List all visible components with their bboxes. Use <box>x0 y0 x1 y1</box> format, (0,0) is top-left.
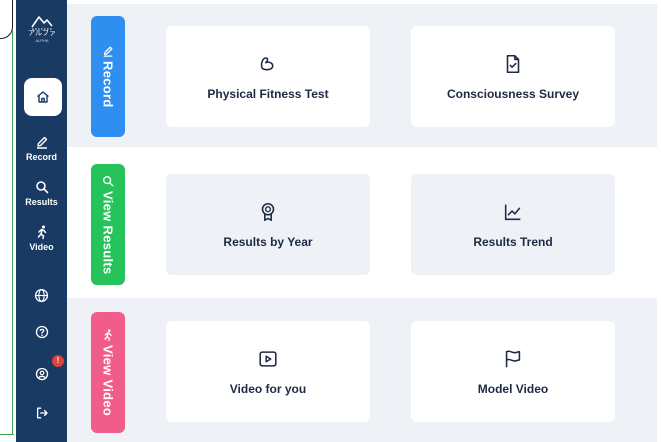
card-consciousness-survey[interactable]: Consciousness Survey <box>411 26 615 127</box>
card-label: Model Video <box>477 381 549 396</box>
card-label: Physical Fitness Test <box>207 86 329 101</box>
content-edge <box>657 0 661 442</box>
tab-record[interactable]: Record <box>91 16 125 137</box>
trend-chart-icon <box>504 204 521 220</box>
tab-label: View Results <box>100 190 116 275</box>
sidebar-item-account[interactable] <box>16 364 67 384</box>
app-logo: アルファ ALPHA <box>22 14 62 56</box>
account-icon <box>35 367 48 381</box>
flag-icon <box>505 349 521 367</box>
pencil-icon <box>36 136 47 149</box>
card-video-for-you[interactable]: Video for you <box>166 321 370 422</box>
sidebar-item-home[interactable] <box>24 78 62 116</box>
tab-view-video[interactable]: View Video <box>91 312 125 433</box>
home-icon <box>37 91 49 103</box>
card-label: Results by Year <box>223 234 313 249</box>
logout-icon <box>36 407 48 419</box>
card-results-trend[interactable]: Results Trend <box>411 174 615 275</box>
sidebar-item-label: Record <box>25 152 57 162</box>
sidebar-item-label: Results <box>25 197 58 207</box>
main-content: Record View Results View Video Physical … <box>67 0 661 442</box>
card-results-by-year[interactable]: Results by Year <box>166 174 370 275</box>
search-icon <box>35 181 48 194</box>
logo-subtext: ALPHA <box>35 38 49 43</box>
runner-icon <box>37 225 46 240</box>
logo-text: アルファ <box>28 30 56 37</box>
pencil-icon <box>103 46 113 57</box>
sidebar-item-record[interactable]: Record <box>16 134 67 162</box>
sidebar-item-label: Video <box>29 242 54 252</box>
notification-badge: ! <box>52 355 64 367</box>
frame-border-left <box>12 30 13 435</box>
search-icon <box>103 175 114 187</box>
document-check-icon <box>506 54 520 73</box>
card-model-video[interactable]: Model Video <box>411 321 615 422</box>
runner-icon <box>104 329 112 341</box>
play-icon <box>259 350 277 367</box>
bicep-icon <box>260 56 274 70</box>
sidebar-item-results[interactable]: Results <box>16 179 67 207</box>
sidebar-item-video[interactable]: Video <box>16 224 67 252</box>
frame-border-bottom <box>0 434 14 435</box>
sidebar-item-help[interactable] <box>16 322 67 342</box>
medal-icon <box>261 202 275 221</box>
globe-icon <box>34 288 49 302</box>
card-label: Results Trend <box>473 234 553 249</box>
tab-view-results[interactable]: View Results <box>91 164 125 285</box>
sidebar-item-language[interactable] <box>16 285 67 305</box>
card-label: Consciousness Survey <box>446 86 580 101</box>
help-icon <box>35 325 48 339</box>
card-physical-fitness-test[interactable]: Physical Fitness Test <box>166 26 370 127</box>
sidebar-item-logout[interactable] <box>16 403 67 423</box>
tab-label: Record <box>100 61 116 108</box>
tab-label: View Video <box>100 344 116 417</box>
card-label: Video for you <box>229 381 307 396</box>
mountain-logo-icon <box>31 16 53 30</box>
